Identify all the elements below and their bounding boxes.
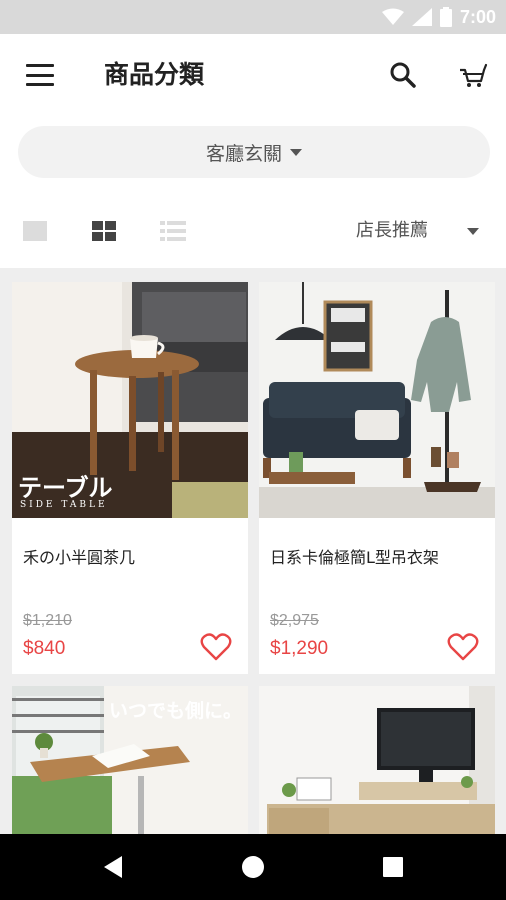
status-icons: 7:00 [381, 0, 496, 34]
product-image: テーブル SIDE TABLE [12, 282, 248, 518]
sort-arrow-icon[interactable] [467, 228, 479, 235]
list-view-toggle[interactable] [160, 221, 186, 241]
product-image-subcaption: SIDE TABLE [20, 500, 108, 510]
category-filter-dropdown[interactable]: 客廳玄關 [18, 126, 490, 178]
product-grid: テーブル SIDE TABLE 禾の小半圓茶几 $1,210 $840 日系卡倫… [0, 268, 506, 834]
product-name: 日系卡倫極簡L型吊衣架 [270, 548, 439, 567]
dropdown-arrow-icon [290, 148, 302, 156]
product-original-price: $1,210 [23, 612, 72, 629]
grid-view-toggle[interactable] [92, 221, 116, 241]
grid-cell-icon [92, 221, 103, 230]
system-nav-bar [0, 834, 506, 900]
back-icon[interactable] [102, 855, 124, 879]
page-title: 商品分類 [104, 60, 205, 89]
menu-button[interactable] [22, 60, 58, 90]
grid-cell-icon [92, 232, 103, 241]
heart-icon[interactable] [447, 632, 479, 662]
home-icon[interactable] [241, 855, 265, 879]
product-image [259, 282, 495, 518]
product-image-caption: いつでも側に。 [108, 700, 242, 722]
product-card[interactable]: 日系卡倫極簡L型吊衣架 $2,975 $1,290 [259, 282, 495, 674]
search-icon [390, 62, 416, 88]
signal-icon [411, 8, 432, 26]
product-card[interactable] [259, 686, 495, 834]
cart-icon [460, 63, 488, 87]
menu-icon-bar [26, 64, 54, 67]
product-price: $840 [23, 638, 66, 659]
menu-icon-bar [26, 83, 54, 86]
battery-icon [439, 7, 452, 27]
cart-button[interactable] [454, 58, 490, 92]
product-image-caption: テーブル [18, 474, 113, 502]
product-original-price: $2,975 [270, 612, 319, 629]
menu-icon-bar [26, 73, 54, 77]
app-bar: 商品分類 [0, 34, 506, 116]
heart-icon[interactable] [200, 632, 232, 662]
product-card[interactable]: いつでも側に。 [12, 686, 248, 834]
status-time: 7:00 [459, 6, 496, 27]
grid-cell-icon [105, 221, 116, 230]
product-name: 禾の小半圓茶几 [23, 548, 136, 567]
product-price: $1,290 [270, 638, 329, 659]
sort-dropdown[interactable]: 店長推薦 [356, 200, 428, 262]
category-filter-label: 客廳玄關 [205, 142, 282, 165]
product-image [259, 686, 495, 834]
single-view-toggle[interactable] [23, 221, 47, 241]
search-button[interactable] [386, 58, 420, 92]
recents-icon[interactable] [382, 856, 404, 878]
grid-cell-icon [105, 232, 116, 241]
product-card[interactable]: テーブル SIDE TABLE 禾の小半圓茶几 $1,210 $840 [12, 282, 248, 674]
view-toolbar: 店長推薦 [0, 200, 506, 262]
wifi-icon [381, 8, 404, 25]
product-image: いつでも側に。 [12, 686, 248, 834]
status-bar: 7:00 [0, 0, 506, 34]
